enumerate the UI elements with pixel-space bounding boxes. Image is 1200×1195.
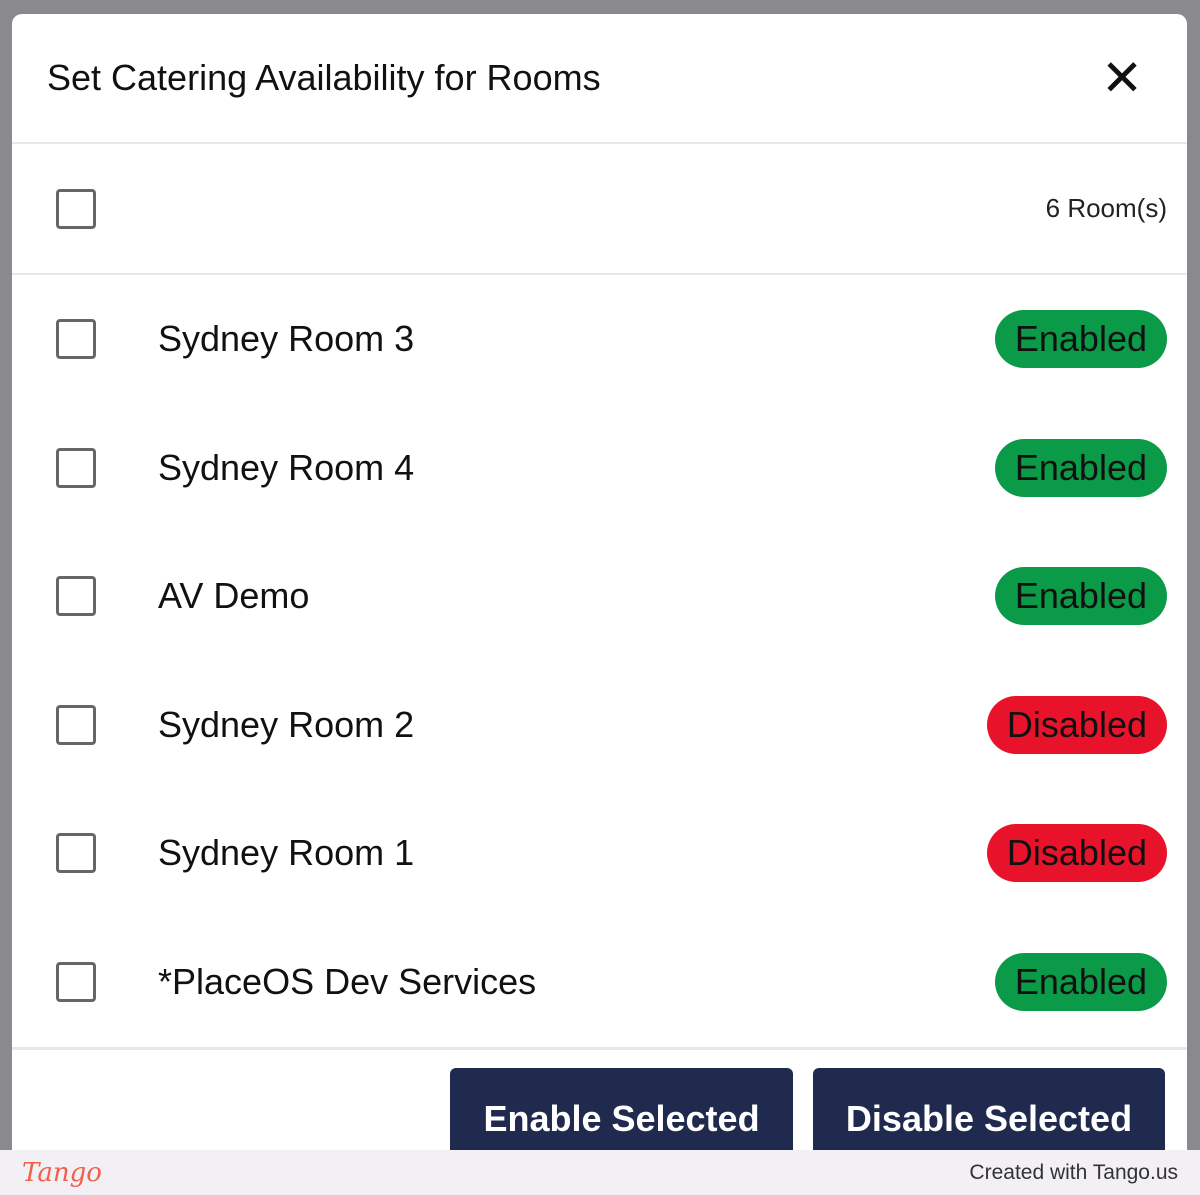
status-badge: Enabled [994, 567, 1167, 626]
status-badge: Disabled [986, 824, 1167, 883]
catering-availability-dialog: Set Catering Availability for Rooms ✕ 6 … [12, 14, 1187, 1195]
room-name: Sydney Room 1 [158, 832, 415, 874]
status-badge: Enabled [994, 438, 1167, 497]
room-checkbox[interactable] [56, 961, 96, 1002]
room-row: *PlaceOS Dev Services Enabled [12, 918, 1187, 1047]
room-checkbox[interactable] [56, 833, 96, 874]
room-row: Sydney Room 4 Enabled [12, 404, 1187, 533]
room-name: AV Demo [158, 575, 310, 617]
room-checkbox[interactable] [56, 704, 96, 745]
room-row: AV Demo Enabled [12, 532, 1187, 661]
room-checkbox[interactable] [56, 447, 96, 488]
room-count: 6 Room(s) [1045, 193, 1167, 223]
dialog-title: Set Catering Availability for Rooms [47, 57, 601, 98]
room-list: Sydney Room 3 Enabled Sydney Room 4 Enab… [12, 275, 1187, 1050]
status-badge: Disabled [986, 695, 1167, 754]
select-all-checkbox[interactable] [56, 188, 96, 229]
select-all-row: 6 Room(s) [12, 144, 1187, 275]
room-name: Sydney Room 2 [158, 703, 415, 745]
room-row: Sydney Room 1 Disabled [12, 789, 1187, 918]
tango-credit: Created with Tango.us [969, 1160, 1178, 1184]
close-icon[interactable]: ✕ [1101, 53, 1143, 103]
room-name: Sydney Room 4 [158, 446, 415, 488]
tango-logo: Tango [22, 1157, 102, 1188]
dialog-header: Set Catering Availability for Rooms ✕ [12, 14, 1187, 144]
status-badge: Enabled [994, 310, 1167, 369]
room-name: Sydney Room 3 [158, 318, 415, 360]
room-checkbox[interactable] [56, 576, 96, 617]
tango-footer: Tango Created with Tango.us [0, 1150, 1200, 1195]
room-row: Sydney Room 3 Enabled [12, 275, 1187, 404]
room-checkbox[interactable] [56, 319, 96, 360]
room-name: *PlaceOS Dev Services [158, 960, 537, 1002]
room-row: Sydney Room 2 Disabled [12, 661, 1187, 790]
status-badge: Enabled [994, 952, 1167, 1011]
